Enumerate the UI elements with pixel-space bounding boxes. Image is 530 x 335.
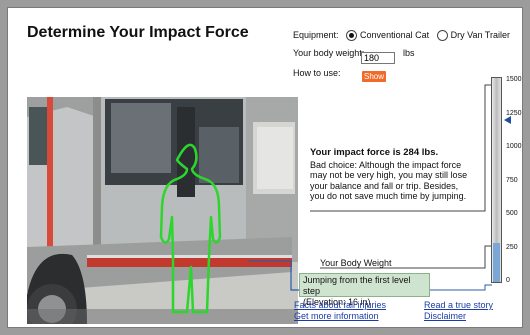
jump-level-box: Jumping from the first level step (Eleva… [299,273,430,307]
impact-force-panel: Determine Your Impact Force Equipment: C… [7,7,523,328]
true-story-link[interactable]: Read a true story [424,300,493,310]
scale-tick-label: 500 [506,210,518,217]
scale-tick-label: 0 [506,277,510,284]
force-slider-handle[interactable] [504,116,511,125]
jump-level-title: Jumping from the first level step [303,275,411,296]
connector-lines [248,84,492,291]
scale-tick-label: 1000 [506,143,522,150]
body-weight-caption: Your Body Weight [320,258,392,268]
disclaimer-link[interactable]: Disclaimer [424,311,466,321]
scale-tick-label: 250 [506,243,518,251]
scale-tick-label: 1500 [506,76,522,83]
more-info-link[interactable]: Get more information [294,311,379,321]
force-scale [491,77,502,283]
scale-tick-label: 750 [506,176,518,184]
fall-injuries-link[interactable]: Facts about fall injuries [294,300,386,310]
impact-force-fill [493,243,500,282]
